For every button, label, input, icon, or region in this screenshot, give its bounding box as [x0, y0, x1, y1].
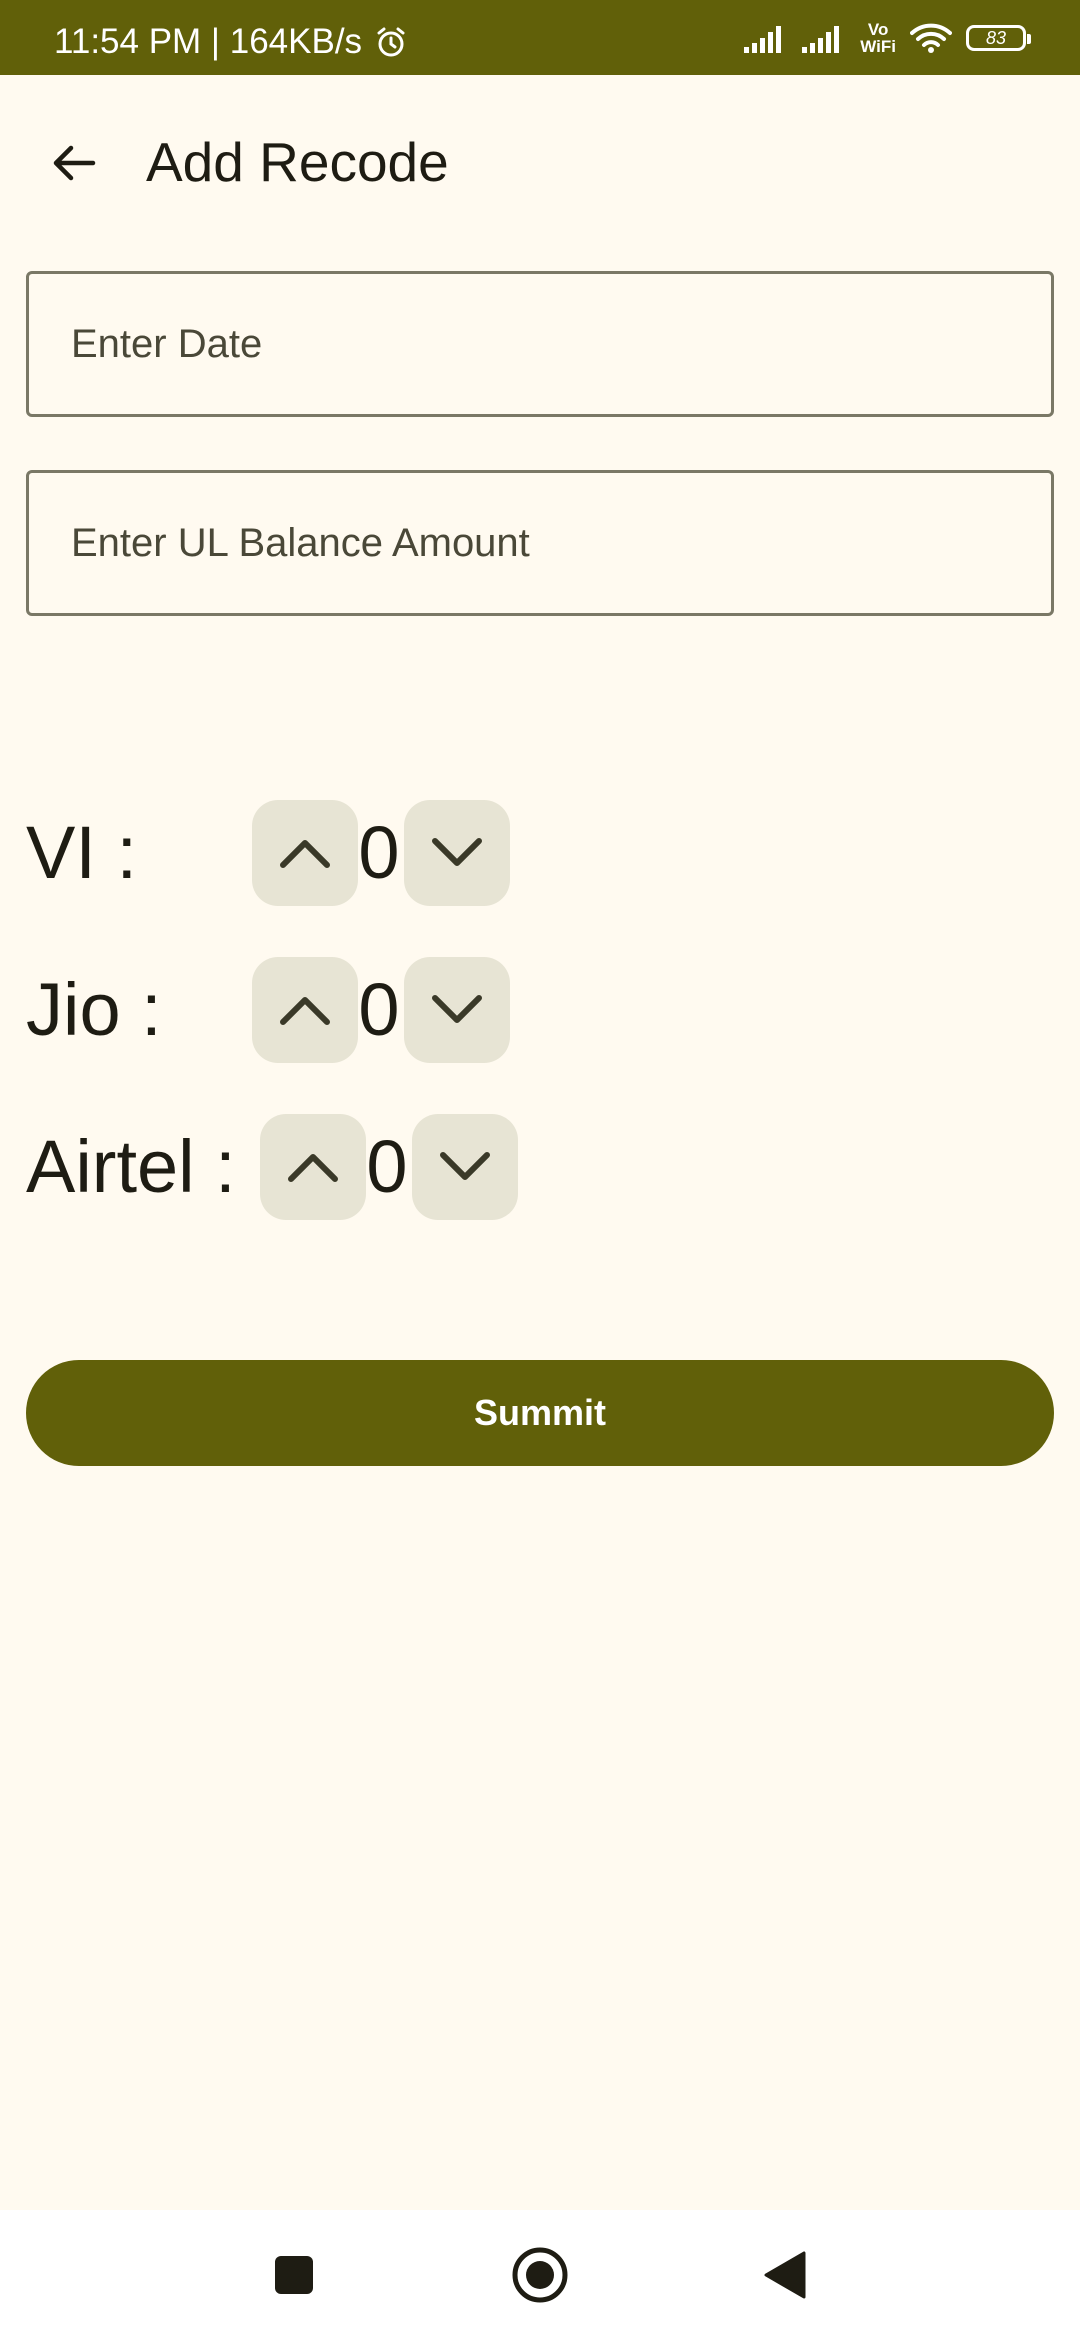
status-right: Vo WiFi 83: [744, 18, 1031, 58]
recents-button[interactable]: [249, 2230, 339, 2320]
signal-icon-2: [802, 26, 840, 53]
vi-increment-button[interactable]: [252, 800, 358, 906]
counter-value-jio: 0: [358, 968, 400, 1051]
wifi-icon: [910, 23, 952, 53]
app-bar: Add Recode: [0, 75, 1080, 250]
battery-level: 83: [985, 27, 1007, 48]
status-bar: 11:54 PM | 164KB/s Vo WiFi 83: [0, 0, 1080, 75]
chevron-down-icon: [440, 1152, 490, 1180]
chevron-down-icon: [432, 838, 482, 866]
chevron-down-icon: [432, 995, 482, 1023]
navigation-bar: [0, 2210, 1080, 2340]
vi-decrement-button[interactable]: [404, 800, 510, 906]
balance-amount-field[interactable]: [26, 470, 1054, 616]
submit-button[interactable]: Summit: [26, 1360, 1054, 1466]
page-title: Add Recode: [146, 131, 449, 193]
counter-row-jio: Jio : 0: [26, 957, 626, 1063]
chevron-up-icon: [288, 1154, 338, 1182]
counter-row-airtel: Airtel : 0: [26, 1114, 626, 1220]
counter-label-jio: Jio :: [26, 968, 162, 1051]
circle-home-icon: [512, 2247, 568, 2303]
airtel-increment-button[interactable]: [260, 1114, 366, 1220]
alarm-icon: [377, 27, 405, 57]
vowifi-icon: Vo WiFi: [860, 21, 896, 55]
counter-label-airtel: Airtel :: [26, 1125, 236, 1208]
vowifi-bottom: WiFi: [860, 37, 896, 56]
counter-row-vi: VI : 0: [26, 800, 626, 906]
triangle-back-icon: [764, 2251, 806, 2299]
jio-decrement-button[interactable]: [404, 957, 510, 1063]
home-button[interactable]: [495, 2230, 585, 2320]
chevron-up-icon: [280, 997, 330, 1025]
status-left: 11:54 PM | 164KB/s: [54, 22, 408, 62]
vowifi-top: Vo: [867, 20, 889, 39]
status-time-speed: 11:54 PM | 164KB/s: [54, 22, 363, 61]
counter-label-vi: VI :: [26, 811, 138, 894]
square-icon: [275, 2256, 313, 2294]
date-field[interactable]: [26, 271, 1054, 417]
jio-increment-button[interactable]: [252, 957, 358, 1063]
balance-amount-input[interactable]: [29, 473, 1051, 613]
counter-value-vi: 0: [358, 811, 400, 894]
date-input[interactable]: [29, 274, 1051, 414]
battery-icon: 83: [966, 25, 1031, 51]
system-back-button[interactable]: [740, 2230, 830, 2320]
back-button[interactable]: [34, 123, 114, 203]
screen: 11:54 PM | 164KB/s Vo WiFi 83 Add Recode…: [0, 0, 1080, 2340]
airtel-decrement-button[interactable]: [412, 1114, 518, 1220]
counter-value-airtel: 0: [366, 1125, 408, 1208]
chevron-up-icon: [280, 840, 330, 868]
arrow-left-icon: [53, 145, 96, 181]
signal-icon: [744, 26, 782, 53]
